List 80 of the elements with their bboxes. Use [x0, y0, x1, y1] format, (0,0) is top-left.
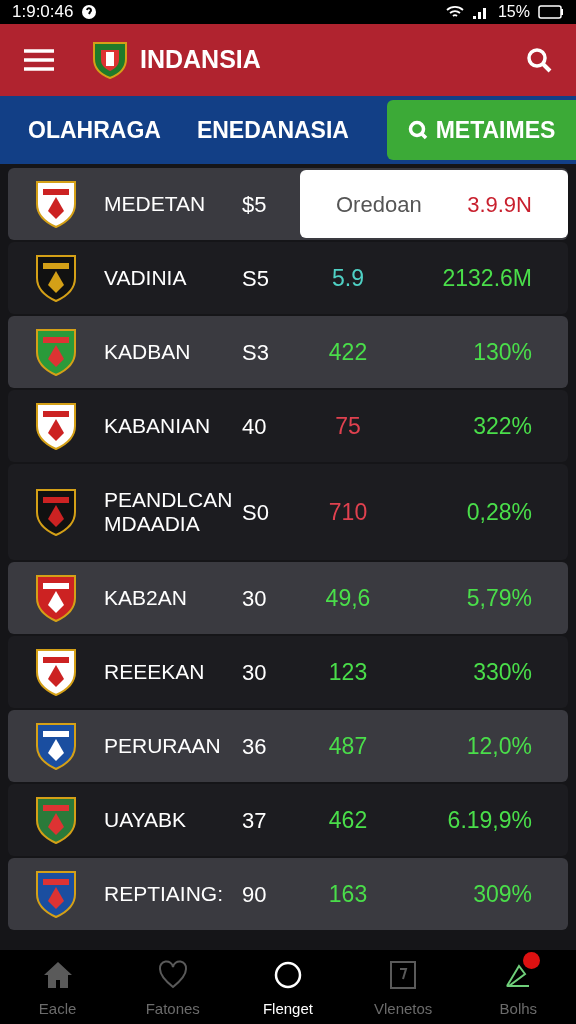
- status-time: 1:9:0:46: [12, 1, 74, 24]
- nav-tab[interactable]: Bolhs: [468, 951, 569, 1020]
- team-row[interactable]: KABANIAN 40 75 322%: [8, 390, 568, 462]
- document-icon: [389, 959, 418, 990]
- search-icon[interactable]: [526, 47, 552, 73]
- team-crest-icon: [35, 795, 77, 845]
- team-value: S3: [242, 338, 270, 367]
- team-percent: 2132.6M: [441, 263, 533, 293]
- team-percent: 130%: [472, 337, 533, 367]
- nav-tab[interactable]: Flenget: [237, 951, 338, 1020]
- app-title: INDANSIA: [140, 44, 261, 76]
- team-row[interactable]: PERURAAN 36 487 12,0%: [8, 710, 568, 782]
- team-row[interactable]: REEEKAN 30 123 330%: [8, 636, 568, 708]
- crest-logo-icon: [92, 40, 128, 80]
- battery-percent: 15%: [497, 2, 530, 22]
- notification-icon: [81, 4, 98, 20]
- team-row[interactable]: UAYABK 37 462 6.19,9%: [8, 784, 568, 856]
- team-name: PEANDLCAN MDAADIA: [104, 488, 234, 536]
- team-score: 422: [327, 337, 369, 367]
- team-name: KABANIAN: [104, 414, 212, 438]
- notification-badge: [523, 951, 541, 969]
- team-score: 75: [334, 411, 362, 441]
- nav-tab[interactable]: Vlenetos: [353, 951, 454, 1020]
- team-score: 163: [327, 879, 369, 909]
- team-value: $5: [242, 190, 268, 219]
- search-icon: [407, 120, 428, 140]
- team-crest-icon: [35, 253, 77, 303]
- team-score: 462: [327, 805, 369, 835]
- team-crest-icon: [35, 327, 77, 377]
- team-row[interactable]: MEDETAN $5 Oredoan 3.9.9N: [8, 168, 568, 240]
- team-value: S0: [242, 498, 270, 527]
- tab[interactable]: ENEDANASIA: [196, 112, 349, 148]
- team-name: KAB2AN: [104, 586, 188, 610]
- team-name: KADBAN: [104, 340, 192, 364]
- team-row[interactable]: REPTIAING: 90 163 309%: [8, 858, 568, 930]
- team-name: REEEKAN: [104, 660, 206, 684]
- team-row[interactable]: VADINIA S5 5.9 2132.6M: [8, 242, 568, 314]
- menu-icon[interactable]: [24, 48, 54, 72]
- team-name: REPTIAING:: [104, 882, 225, 906]
- team-value: 40: [242, 412, 268, 441]
- team-score: 5.9: [331, 263, 365, 293]
- team-percent: 309%: [472, 879, 533, 909]
- team-percent: 322%: [472, 411, 533, 441]
- team-crest-icon: [35, 487, 77, 537]
- team-score: 487: [327, 731, 369, 761]
- card-value: 3.9.9N: [467, 190, 532, 219]
- team-row[interactable]: KAB2AN 30 49,6 5,79%: [8, 562, 568, 634]
- card-label: Oredoan: [336, 190, 422, 219]
- team-percent: 5,79%: [465, 583, 533, 613]
- team-name: UAYABK: [104, 808, 188, 832]
- team-percent: 12,0%: [465, 731, 533, 761]
- team-crest-icon: [35, 401, 77, 451]
- team-crest-icon: [35, 869, 77, 919]
- team-value: 90: [242, 880, 268, 909]
- team-score: 123: [327, 657, 369, 687]
- team-value: 30: [242, 584, 268, 613]
- heart-icon: [157, 959, 188, 990]
- team-percent: 330%: [472, 657, 533, 687]
- team-score: 49,6: [324, 583, 372, 613]
- team-name: PERURAAN: [104, 734, 222, 758]
- team-crest-icon: [35, 179, 77, 229]
- team-name: VADINIA: [104, 266, 188, 290]
- tab[interactable]: OLAHRAGA: [28, 112, 161, 148]
- team-crest-icon: [35, 647, 77, 697]
- wifi-icon: [445, 5, 464, 19]
- team-percent: 0,28%: [465, 497, 533, 527]
- circle-icon: [272, 959, 303, 990]
- team-value: 36: [242, 732, 268, 761]
- team-value: S5: [242, 264, 270, 293]
- team-name: MEDETAN: [104, 192, 207, 216]
- nav-tab[interactable]: Eacle: [7, 951, 108, 1020]
- team-percent: 6.19,9%: [446, 805, 533, 835]
- team-value: 30: [242, 658, 268, 687]
- team-score: 710: [327, 497, 369, 527]
- team-crest-icon: [35, 573, 77, 623]
- team-row[interactable]: KADBAN S3 422 130%: [8, 316, 568, 388]
- team-value: 37: [242, 806, 268, 835]
- battery-icon: [538, 5, 564, 19]
- team-crest-icon: [35, 721, 77, 771]
- nav-tab[interactable]: Fatones: [122, 951, 223, 1020]
